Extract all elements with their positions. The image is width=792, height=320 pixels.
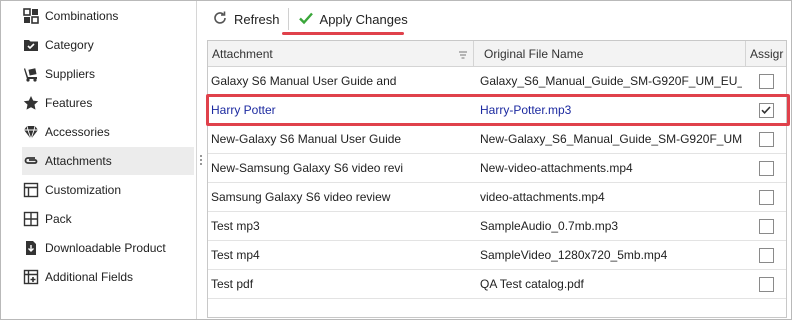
assign-checkbox[interactable] [758, 160, 774, 176]
sidebar-item-additional-fields[interactable]: Additional Fields [22, 263, 194, 291]
add-fields-icon [22, 268, 40, 286]
folder-check-icon [22, 36, 40, 54]
table-row[interactable]: New-Samsung Galaxy S6 video revi New-vid… [208, 154, 786, 183]
sidebar-item-label: Features [45, 96, 93, 110]
attachment-cell: Test mp4 [211, 248, 260, 262]
assign-checkbox[interactable] [758, 73, 774, 89]
star-icon [22, 94, 40, 112]
apply-changes-label: Apply Changes [319, 11, 408, 27]
sidebar-item-category[interactable]: Category [22, 31, 194, 59]
assign-checkbox[interactable] [758, 189, 774, 205]
table-row[interactable]: Test mp4 SampleVideo_1280x720_5mb.mp4 [208, 241, 786, 270]
table-row[interactable]: New-Galaxy S6 Manual User Guide New-Gala… [208, 125, 786, 154]
sidebar-item-label: Pack [45, 212, 72, 226]
attachment-cell: New-Samsung Galaxy S6 video revi [211, 161, 404, 175]
paperclip-icon [22, 152, 40, 170]
customization-icon [22, 181, 40, 199]
table-row[interactable]: Samsung Galaxy S6 video review video-att… [208, 183, 786, 212]
sidebar-item-attachments[interactable]: Attachments [22, 147, 194, 175]
attachment-cell: Test pdf [211, 277, 254, 291]
sidebar-item-downloadable-product[interactable]: Downloadable Product [22, 234, 194, 262]
table-row[interactable]: Test pdf QA Test catalog.pdf [208, 270, 786, 299]
sidebar-item-features[interactable]: Features [22, 89, 194, 117]
diamond-icon [22, 123, 40, 141]
assign-checkbox[interactable] [758, 247, 774, 263]
sidebar-item-accessories[interactable]: Accessories [22, 118, 194, 146]
sidebar-item-label: Additional Fields [45, 270, 134, 284]
checkmark-icon [297, 9, 320, 30]
file-name-cell: Galaxy_S6_Manual_Guide_SM-G920F_UM_EU_Lo… [480, 74, 742, 88]
refresh-label: Refresh [234, 11, 280, 27]
file-name-cell: video-attachments.mp4 [480, 190, 605, 204]
file-name-cell: SampleVideo_1280x720_5mb.mp4 [480, 248, 668, 262]
toolbar-divider [287, 8, 289, 30]
table-row[interactable]: Test mp3 SampleAudio_0.7mb.mp3 [208, 212, 786, 241]
sidebar-item-label: Category [45, 38, 94, 52]
file-name-cell: QA Test catalog.pdf [480, 277, 584, 291]
column-header-original-file-name[interactable]: Original File Name [474, 41, 746, 67]
refresh-button[interactable]: Refresh [207, 6, 284, 32]
refresh-icon [211, 9, 234, 30]
assign-checkbox[interactable] [758, 276, 774, 292]
attachment-cell: Test mp3 [211, 219, 260, 233]
file-name-cell: SampleAudio_0.7mb.mp3 [480, 219, 619, 233]
attachment-cell: New-Galaxy S6 Manual User Guide [211, 132, 402, 146]
attachments-grid: Attachment Original File Name Assigr Gal… [207, 40, 787, 318]
assign-checkbox[interactable] [758, 102, 774, 118]
attachment-cell: Samsung Galaxy S6 video review [211, 190, 391, 204]
assign-checkbox[interactable] [758, 131, 774, 147]
sidebar-item-combinations[interactable]: Combinations [22, 2, 194, 30]
sidebar-item-pack[interactable]: Pack [22, 205, 194, 233]
assign-checkbox[interactable] [758, 218, 774, 234]
attachment-cell: Galaxy S6 Manual User Guide and [211, 74, 397, 88]
column-header-assigned[interactable]: Assigr [746, 41, 786, 67]
grid-icon [22, 7, 40, 25]
pack-icon [22, 210, 40, 228]
attachment-cell: Harry Potter [211, 103, 276, 117]
apply-changes-button[interactable]: Apply Changes [293, 6, 412, 32]
sidebar-item-label: Accessories [45, 125, 110, 139]
download-icon [22, 239, 40, 257]
sidebar-item-label: Attachments [45, 154, 112, 168]
grid-header: Attachment Original File Name Assigr [208, 41, 786, 67]
file-name-cell: Harry-Potter.mp3 [480, 103, 572, 117]
file-name-cell: New-Galaxy_S6_Manual_Guide_SM-G920F_UM_E… [480, 132, 742, 146]
file-name-cell: New-video-attachments.mp4 [480, 161, 633, 175]
column-header-attachment[interactable]: Attachment [208, 41, 474, 67]
sidebar-item-label: Suppliers [45, 67, 96, 81]
sidebar-item-label: Combinations [45, 9, 119, 23]
table-row[interactable]: Galaxy S6 Manual User Guide and Galaxy_S… [208, 67, 786, 96]
sort-icon[interactable] [458, 49, 468, 59]
sidebar-item-label: Downloadable Product [45, 241, 166, 255]
table-row[interactable]: Harry Potter Harry-Potter.mp3 [208, 96, 786, 125]
checkmark-icon [761, 106, 771, 114]
annotation-underline [282, 32, 404, 35]
sidebar: Combinations Category Suppliers Features… [1, 1, 197, 319]
sidebar-item-label: Customization [45, 183, 122, 197]
toolbar: Refresh Apply Changes [207, 4, 412, 34]
sidebar-item-customization[interactable]: Customization [22, 176, 194, 204]
sidebar-item-suppliers[interactable]: Suppliers [22, 60, 194, 88]
truck-icon [22, 65, 40, 83]
splitter-handle[interactable] [199, 154, 203, 168]
